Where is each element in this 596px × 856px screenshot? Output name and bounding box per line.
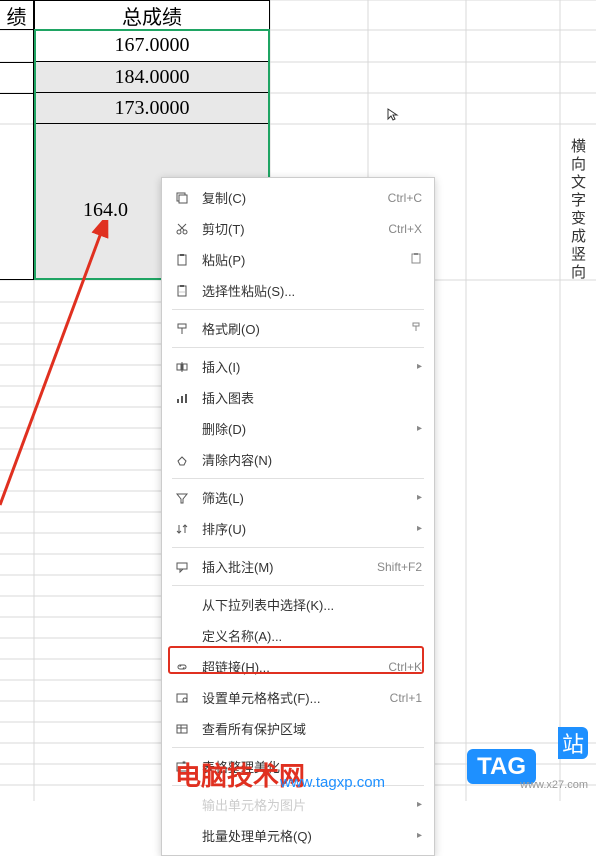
menu-batch[interactable]: 批量处理单元格(Q) ▸ — [162, 820, 434, 851]
comment-icon — [172, 558, 192, 576]
format-painter-icon — [172, 320, 192, 338]
blank-icon — [172, 596, 192, 614]
menu-define-name[interactable]: 定义名称(A)... — [162, 620, 434, 651]
menu-label: 从下拉列表中选择(K)... — [202, 595, 422, 614]
menu-protection[interactable]: 查看所有保护区域 — [162, 713, 434, 744]
menu-copy[interactable]: 复制(C) Ctrl+C — [162, 182, 434, 213]
copy-icon — [172, 189, 192, 207]
menu-clear[interactable]: 清除内容(N) — [162, 444, 434, 475]
left-col-line — [0, 62, 34, 63]
sort-icon — [172, 520, 192, 538]
svg-text:⋯: ⋯ — [179, 290, 185, 296]
submenu-arrow-icon: ▸ — [417, 361, 422, 372]
cell-row3[interactable]: 173.0000 — [34, 93, 270, 124]
menu-divider — [172, 347, 424, 348]
watermark-tag-wrap: TAG — [467, 753, 536, 781]
menu-insert[interactable]: 插入(I) ▸ — [162, 351, 434, 382]
menu-label: 插入(I) — [202, 357, 409, 376]
menu-divider — [172, 747, 424, 748]
submenu-arrow-icon: ▸ — [417, 523, 422, 534]
submenu-arrow-icon: ▸ — [417, 830, 422, 841]
menu-paste[interactable]: 粘贴(P) — [162, 244, 434, 275]
menu-label: 定义名称(A)... — [202, 626, 422, 645]
menu-divider — [172, 309, 424, 310]
filter-icon — [172, 489, 192, 507]
watermark-url: www.tagxp.com — [280, 774, 385, 791]
header-cell-total[interactable]: 总成绩 — [34, 0, 270, 30]
menu-label: 复制(C) — [202, 188, 388, 207]
blank-icon — [172, 627, 192, 645]
menu-shortcut: Ctrl+X — [388, 222, 422, 236]
menu-label: 删除(D) — [202, 419, 409, 438]
menu-insert-chart[interactable]: 插入图表 — [162, 382, 434, 413]
left-col-line — [0, 93, 34, 94]
cell-value: 173.0000 — [115, 97, 190, 120]
paste-special-icon: ⋯ — [172, 282, 192, 300]
left-col-border — [0, 30, 34, 280]
menu-label: 插入批注(M) — [202, 557, 377, 576]
menu-format-painter[interactable]: 格式刷(O) — [162, 313, 434, 344]
cell-value: 184.0000 — [115, 66, 190, 89]
brush-icon — [410, 321, 422, 336]
cell-row1[interactable]: 167.0000 — [34, 30, 270, 62]
submenu-arrow-icon: ▸ — [417, 492, 422, 503]
cut-icon — [172, 220, 192, 238]
menu-filter[interactable]: 筛选(L) ▸ — [162, 482, 434, 513]
vertical-annotation: 横向文字变成竖向 — [567, 138, 588, 282]
menu-shortcut: Ctrl+K — [388, 660, 422, 674]
menu-divider — [172, 585, 424, 586]
link-icon — [172, 658, 192, 676]
delete-icon — [172, 420, 192, 438]
batch-icon — [172, 827, 192, 845]
menu-label: 筛选(L) — [202, 488, 409, 507]
header-label: 绩 — [7, 1, 27, 30]
menu-label: 粘贴(P) — [202, 250, 410, 269]
menu-label: 输出单元格为图片 — [202, 795, 409, 814]
header-label: 总成绩 — [122, 1, 182, 30]
watermark-url2: 站 — [558, 727, 588, 759]
image-icon — [172, 796, 192, 814]
menu-divider — [172, 547, 424, 548]
menu-label: 查看所有保护区域 — [202, 719, 422, 738]
menu-shortcut: Ctrl+1 — [390, 691, 422, 705]
menu-sort[interactable]: 排序(U) ▸ — [162, 513, 434, 544]
menu-label: 批量处理单元格(Q) — [202, 826, 409, 845]
menu-divider — [172, 478, 424, 479]
insert-icon — [172, 358, 192, 376]
menu-shortcut: Ctrl+C — [388, 191, 422, 205]
cell-row2[interactable]: 184.0000 — [34, 62, 270, 93]
menu-label: 超链接(H)... — [202, 657, 388, 676]
menu-label: 格式刷(O) — [202, 319, 410, 338]
menu-label: 选择性粘贴(S)... — [202, 281, 422, 300]
menu-label: 插入图表 — [202, 388, 422, 407]
watermark-url3: www.x27.com — [520, 779, 588, 791]
menu-dropdown-select[interactable]: 从下拉列表中选择(K)... — [162, 589, 434, 620]
menu-shortcut: Shift+F2 — [377, 560, 422, 574]
menu-cut[interactable]: 剪切(T) Ctrl+X — [162, 213, 434, 244]
menu-delete[interactable]: 删除(D) ▸ — [162, 413, 434, 444]
format-cells-icon — [172, 689, 192, 707]
menu-comment[interactable]: 插入批注(M) Shift+F2 — [162, 551, 434, 582]
menu-format-cells[interactable]: 设置单元格格式(F)... Ctrl+1 — [162, 682, 434, 713]
menu-label: 清除内容(N) — [202, 450, 422, 469]
clipboard-icon — [410, 252, 422, 267]
menu-output-image[interactable]: 输出单元格为图片 ▸ — [162, 789, 434, 820]
menu-label: 剪切(T) — [202, 219, 388, 238]
context-menu: 复制(C) Ctrl+C 剪切(T) Ctrl+X 粘贴(P) ⋯ 选择性粘贴(… — [161, 177, 435, 856]
cell-value: 167.0000 — [115, 34, 190, 57]
chart-icon — [172, 389, 192, 407]
paste-icon — [172, 251, 192, 269]
header-cell-left[interactable]: 绩 — [0, 0, 34, 30]
menu-label: 设置单元格格式(F)... — [202, 688, 390, 707]
menu-hyperlink[interactable]: 超链接(H)... Ctrl+K — [162, 651, 434, 682]
cursor-icon — [386, 108, 400, 125]
protection-icon — [172, 720, 192, 738]
menu-paste-special[interactable]: ⋯ 选择性粘贴(S)... — [162, 275, 434, 306]
menu-label: 排序(U) — [202, 519, 409, 538]
cell-value: 164.0 — [83, 199, 128, 222]
clear-icon — [172, 451, 192, 469]
submenu-arrow-icon: ▸ — [417, 423, 422, 434]
